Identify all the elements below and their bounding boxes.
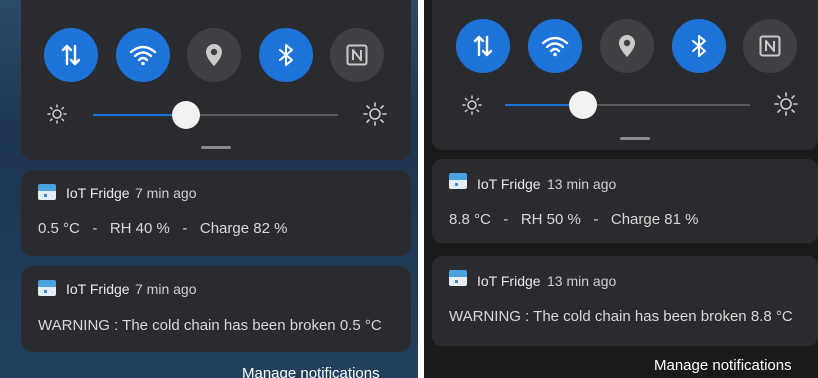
- mobile-data-icon: [61, 44, 81, 66]
- brightness-slider-thumb[interactable]: [172, 101, 201, 129]
- app-name: IoT Fridge: [477, 176, 541, 192]
- notification-time: 7 min ago: [135, 281, 197, 297]
- bluetooth-toggle[interactable]: [259, 28, 313, 82]
- nfc-icon: [759, 35, 781, 57]
- notification-body: WARNING : The cold chain has been broken…: [449, 308, 793, 325]
- wifi-toggle[interactable]: [528, 19, 582, 73]
- wifi-icon: [541, 36, 569, 57]
- bluetooth-icon: [692, 35, 706, 57]
- wifi-toggle[interactable]: [116, 28, 170, 82]
- app-name: IoT Fridge: [66, 281, 130, 297]
- bluetooth-icon: [279, 44, 293, 66]
- app-icon: [38, 184, 56, 200]
- location-toggle[interactable]: [600, 19, 654, 73]
- notification-time: 13 min ago: [547, 273, 617, 289]
- location-toggle[interactable]: [187, 28, 241, 82]
- left-screen: IoT Fridge 7 min ago 0.5 °C - RH 40 % - …: [0, 0, 418, 378]
- notification-body: 0.5 °C - RH 40 % - Charge 82 %: [38, 220, 288, 237]
- mobile-data-icon: [473, 35, 493, 57]
- quick-settings-panel: [432, 0, 818, 150]
- brightness-high-icon: [363, 102, 387, 126]
- app-name: IoT Fridge: [477, 273, 541, 289]
- notification-card[interactable]: IoT Fridge 13 min ago 8.8 °C - RH 50 % -…: [432, 159, 818, 243]
- brightness-slider-thumb[interactable]: [569, 91, 598, 119]
- location-icon: [206, 44, 222, 66]
- nfc-icon: [346, 44, 368, 66]
- notification-card[interactable]: IoT Fridge 7 min ago 0.5 °C - RH 40 % - …: [21, 170, 411, 256]
- notification-time: 13 min ago: [547, 176, 617, 192]
- notification-body: WARNING : The cold chain has been broken…: [38, 317, 382, 334]
- wifi-icon: [129, 45, 157, 66]
- app-name: IoT Fridge: [66, 185, 130, 201]
- location-icon: [619, 35, 635, 57]
- nfc-toggle[interactable]: [330, 28, 384, 82]
- drag-handle[interactable]: [201, 146, 231, 149]
- quick-settings-panel: [21, 0, 411, 160]
- brightness-low-icon: [462, 95, 482, 115]
- app-icon: [38, 280, 56, 296]
- mobile-data-toggle[interactable]: [44, 28, 98, 82]
- brightness-low-icon: [47, 104, 67, 124]
- notification-time: 7 min ago: [135, 185, 197, 201]
- manage-notifications-button[interactable]: Manage notifications: [242, 365, 380, 378]
- brightness-high-icon: [774, 92, 798, 116]
- right-screen: IoT Fridge 13 min ago 8.8 °C - RH 50 % -…: [424, 0, 818, 378]
- notification-body: 8.8 °C - RH 50 % - Charge 81 %: [449, 211, 699, 228]
- app-icon: [449, 270, 467, 286]
- drag-handle[interactable]: [620, 137, 650, 140]
- mobile-data-toggle[interactable]: [456, 19, 510, 73]
- notification-card[interactable]: IoT Fridge 13 min ago WARNING : The cold…: [432, 256, 818, 346]
- manage-notifications-button[interactable]: Manage notifications: [654, 357, 792, 374]
- notification-card[interactable]: IoT Fridge 7 min ago WARNING : The cold …: [21, 266, 411, 352]
- app-icon: [449, 173, 467, 189]
- bluetooth-toggle[interactable]: [672, 19, 726, 73]
- nfc-toggle[interactable]: [743, 19, 797, 73]
